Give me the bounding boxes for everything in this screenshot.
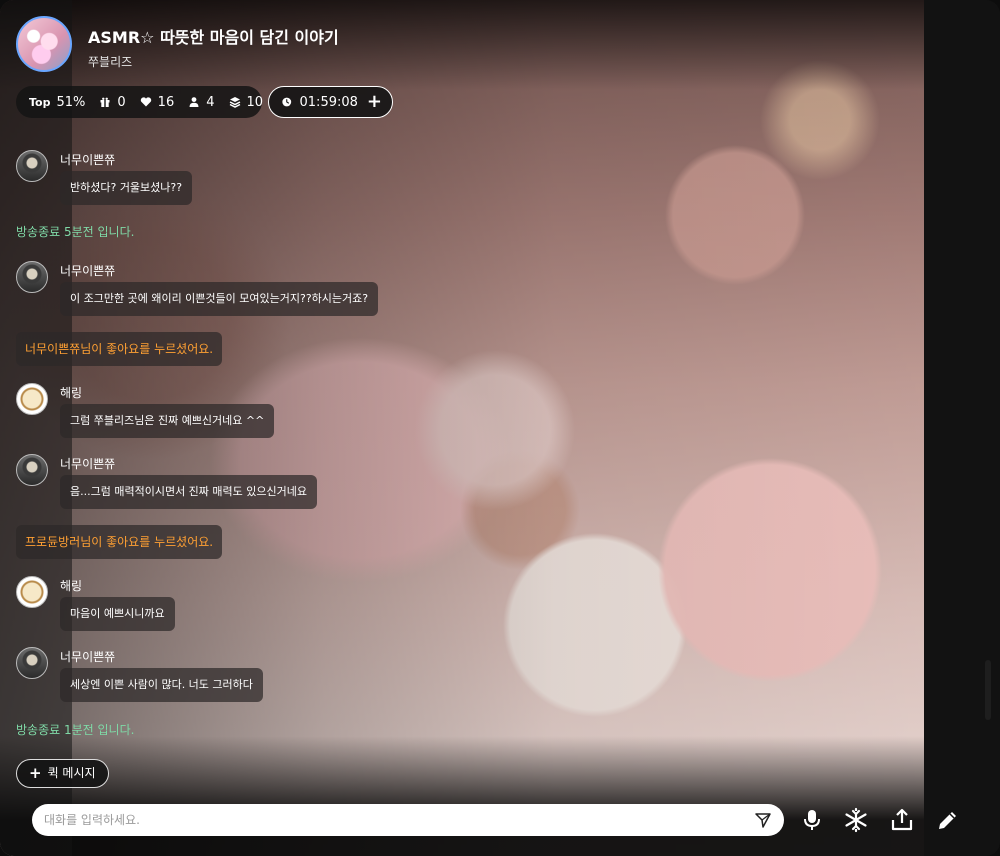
stack-count: 10	[229, 94, 264, 110]
viewer-value: 4	[206, 94, 215, 110]
quick-message-button[interactable]: + 퀵 메시지	[16, 759, 109, 788]
chat-message: 세상엔 이쁜 사람이 많다. 너도 그러하다	[60, 668, 263, 702]
like-notice: 프로듄방러님이 좋아요를 누르셨어요.	[16, 525, 223, 559]
chat-message: 그럼 쭈블리즈님은 진짜 예쁘신거네요 ^^	[60, 404, 275, 438]
chat-message: 반하셨다? 거울보셨나??	[60, 171, 193, 205]
right-panel	[924, 0, 1000, 856]
live-stream-window: ASMR☆ 따뜻한 마음이 담긴 이야기 쭈블리즈 Top 51% 0 16 4…	[0, 0, 1000, 856]
gift-value: 0	[117, 94, 126, 110]
chat-input-box[interactable]	[32, 804, 784, 836]
streamer-name[interactable]: 쭈블리즈	[88, 53, 132, 70]
chat-message: 이 조그만한 곳에 왜이리 이쁜것들이 모여있는거지??하시는거죠?	[60, 282, 379, 316]
stream-timer[interactable]: 01:59:08 +	[268, 86, 393, 118]
chat-nickname[interactable]: 너무이쁜쮸	[60, 151, 115, 168]
chat-avatar[interactable]	[16, 647, 48, 679]
system-notice: 방송종료 1분전 입니다.	[16, 723, 135, 737]
system-notice: 방송종료 5분전 입니다.	[16, 225, 135, 239]
top-label: Top	[29, 95, 51, 109]
chat-avatar[interactable]	[16, 150, 48, 182]
chat-message: 음...그럼 매력적이시면서 진짜 매력도 있으신거네요	[60, 475, 317, 509]
like-notice: 너무이쁜쮸님이 좋아요를 누르셨어요.	[16, 332, 223, 366]
chat-avatar[interactable]	[16, 261, 48, 293]
chat-message: 마음이 예쁘시니까요	[60, 597, 175, 631]
chat-input[interactable]	[44, 804, 744, 836]
chat-scrollbar[interactable]	[985, 660, 991, 720]
gift-count: 0	[99, 94, 126, 110]
extend-time-button[interactable]: +	[367, 93, 382, 111]
send-icon[interactable]	[754, 811, 772, 829]
bottom-shade	[0, 736, 924, 856]
stream-title: ASMR☆ 따뜻한 마음이 담긴 이야기	[88, 28, 339, 47]
chat-avatar[interactable]	[16, 576, 48, 608]
clock-icon	[282, 97, 292, 107]
top-rank: Top 51%	[29, 95, 85, 110]
snowflake-icon[interactable]	[843, 807, 869, 833]
person-icon	[189, 97, 199, 107]
heart-icon	[140, 97, 151, 107]
stack-icon	[229, 97, 240, 108]
streamer-avatar[interactable]	[16, 16, 72, 72]
chat-avatar[interactable]	[16, 383, 48, 415]
timer-value: 01:59:08	[299, 94, 358, 110]
stream-stats: Top 51% 0 16 4 10	[16, 86, 264, 118]
like-count: 16	[140, 94, 175, 110]
chat-avatar[interactable]	[16, 454, 48, 486]
viewer-count: 4	[188, 94, 215, 110]
like-value: 16	[157, 94, 175, 110]
share-icon[interactable]	[889, 807, 915, 833]
chat-nickname[interactable]: 너무이쁜쮸	[60, 262, 115, 279]
chat-nickname[interactable]: 너무이쁜쮸	[60, 455, 115, 472]
pencil-icon[interactable]	[935, 807, 961, 833]
plus-icon: +	[29, 764, 42, 782]
chat-nickname[interactable]: 해링	[60, 577, 82, 594]
top-percent: 51%	[56, 94, 86, 110]
quick-message-label: 퀵 메시지	[47, 766, 96, 780]
stack-value: 10	[246, 94, 264, 110]
chat-nickname[interactable]: 너무이쁜쮸	[60, 648, 115, 665]
chat-nickname[interactable]: 해링	[60, 384, 82, 401]
gift-icon	[100, 97, 110, 107]
mic-icon[interactable]	[799, 807, 825, 833]
